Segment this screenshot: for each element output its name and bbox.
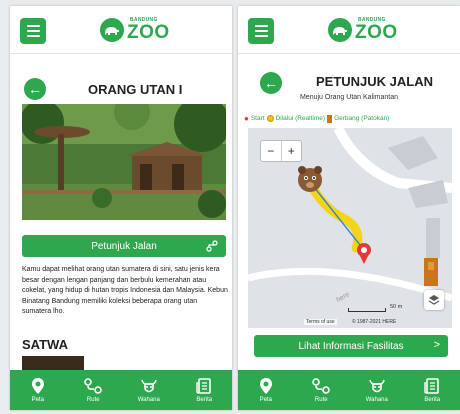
- zoom-in-button[interactable]: +: [282, 141, 302, 161]
- nav-label-wahana: Wahana: [137, 397, 160, 403]
- nav-item-rute[interactable]: Rute: [66, 370, 122, 410]
- bull-head-icon: [140, 379, 157, 393]
- newspaper-icon: [196, 378, 212, 394]
- nav-label-rute: Rute: [314, 397, 328, 403]
- nav-label-peta: Peta: [31, 397, 44, 403]
- logo-big-text: ZOO: [127, 22, 170, 43]
- bottom-nav: Peta Rute Wahana Berita: [10, 370, 232, 410]
- facility-info-button[interactable]: Lihat Informasi Fasilitas >: [254, 335, 448, 357]
- directions-button-label: Petunjuk Jalan: [91, 240, 157, 252]
- route-icon: [84, 378, 103, 394]
- section-title-satwa: SATWA: [22, 337, 68, 352]
- directions-button[interactable]: Petunjuk Jalan: [22, 235, 226, 257]
- nav-item-berita[interactable]: Berita: [177, 370, 233, 410]
- map-legend: ● Start Dilalui (Realtime) Gerbang (Pato…: [244, 114, 458, 123]
- nav-item-peta[interactable]: Peta: [238, 370, 294, 410]
- bottom-nav: Peta Rute Wahana Berita: [238, 370, 460, 410]
- nav-item-berita[interactable]: Berita: [405, 370, 460, 410]
- facility-info-label: Lihat Informasi Fasilitas: [298, 340, 404, 352]
- legend-gate: Gerbang (Patokan): [334, 115, 390, 122]
- zoom-out-button[interactable]: −: [261, 141, 282, 161]
- directions-screen: BANDUNG ZOO ← PETUNJUK JALAN Menuju Oran…: [238, 6, 460, 410]
- nav-item-wahana[interactable]: Wahana: [121, 370, 177, 410]
- legend-start: Start: [250, 115, 265, 122]
- nav-label-rute: Rute: [86, 397, 100, 403]
- map-scale-bar: [348, 308, 386, 312]
- back-button[interactable]: ←: [260, 72, 282, 94]
- newspaper-icon: [424, 378, 440, 394]
- bandung-zoo-logo: BANDUNG ZOO: [328, 14, 404, 46]
- bull-head-icon: [368, 379, 385, 393]
- nav-item-rute[interactable]: Rute: [294, 370, 350, 410]
- map-copyright: © 1987-2021 HERE: [352, 319, 397, 325]
- hamburger-menu-button[interactable]: [248, 18, 274, 44]
- nav-item-peta[interactable]: Peta: [10, 370, 66, 410]
- route-icon: [312, 378, 331, 394]
- legend-realtime: Dilalui (Realtime): [275, 115, 326, 122]
- nav-label-peta: Peta: [259, 397, 272, 403]
- page-title: ORANG UTAN I: [88, 82, 183, 97]
- logo-big-text: ZOO: [355, 22, 398, 43]
- enclosure-photo: [22, 104, 226, 220]
- back-button[interactable]: ←: [24, 78, 46, 100]
- nav-item-wahana[interactable]: Wahana: [349, 370, 405, 410]
- route-icon: [206, 240, 218, 255]
- gate-marker-icon: [327, 114, 333, 123]
- page-title: PETUNJUK JALAN: [316, 74, 434, 89]
- nav-label-wahana: Wahana: [365, 397, 388, 403]
- page-subtitle: Menuju Orang Utan Kalimantan: [299, 94, 399, 101]
- map-layers-button[interactable]: [424, 290, 444, 310]
- top-bar: BANDUNG ZOO: [238, 6, 460, 54]
- hamburger-menu-button[interactable]: [20, 18, 46, 44]
- map-pin-icon: [259, 378, 272, 394]
- logo-elephant-icon: [100, 18, 124, 42]
- realtime-dot-icon: [266, 115, 274, 122]
- bandung-zoo-logo: BANDUNG ZOO: [100, 14, 176, 46]
- animal-description: Kamu dapat melihat orang utan sumatera d…: [22, 266, 228, 315]
- map-scale-label: 50 m: [390, 304, 403, 310]
- map-pin-icon: [31, 378, 44, 394]
- nav-label-berita: Berita: [424, 397, 441, 403]
- nav-label-berita: Berita: [196, 397, 213, 403]
- orang-utan-detail-screen: BANDUNG ZOO ← ORANG UTAN I Petunjuk Jala…: [10, 6, 232, 410]
- layers-icon: [428, 295, 440, 305]
- start-pin-icon: ●: [244, 114, 249, 123]
- chevron-right-icon: >: [433, 339, 440, 351]
- zoom-control: − +: [260, 140, 302, 162]
- top-bar: BANDUNG ZOO: [10, 6, 232, 54]
- terms-of-use-link[interactable]: Terms of use: [304, 319, 337, 325]
- route-map[interactable]: − + here 50 m Terms of use © 1987-2021 H…: [248, 128, 452, 328]
- logo-elephant-icon: [328, 18, 352, 42]
